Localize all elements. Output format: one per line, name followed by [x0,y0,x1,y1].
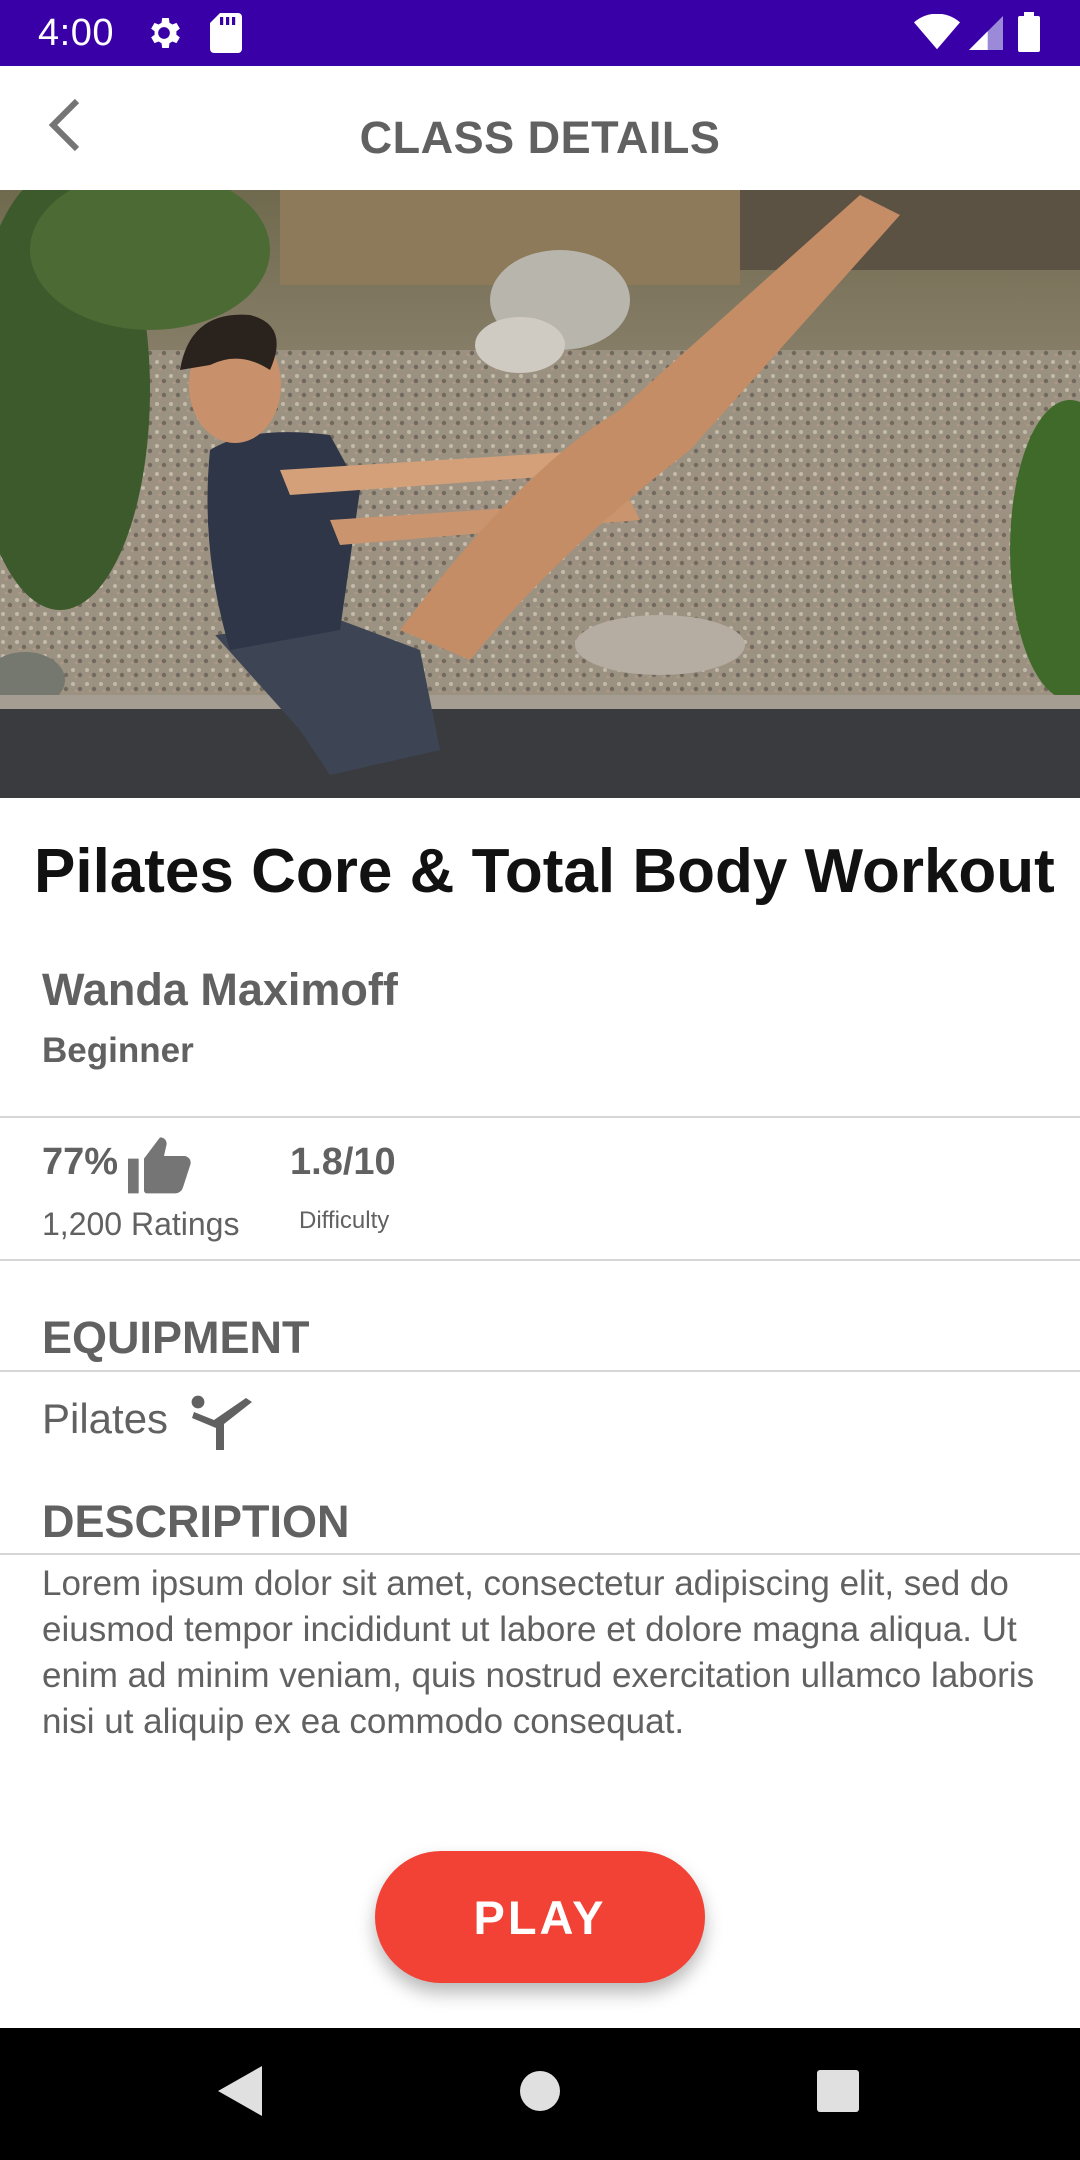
app-header: CLASS DETAILS [0,66,1080,190]
battery-icon [1018,12,1040,52]
description-heading: DESCRIPTION [42,1496,350,1547]
equipment-heading: EQUIPMENT [42,1312,310,1363]
rating-percent: 77% [42,1141,119,1183]
pilates-pose-icon [191,1395,252,1450]
status-time: 4:00 [38,12,114,54]
system-nav-bar [0,2028,1080,2160]
class-hero-image [0,190,1080,798]
divider [0,1116,1080,1118]
gear-icon [151,18,180,48]
class-title: Pilates Core & Total Body Workout [34,837,1055,906]
equipment-item: Pilates [42,1395,169,1442]
sd-card-icon [210,13,242,53]
play-button[interactable]: PLAY [375,1851,705,1983]
instructor-name[interactable]: Wanda Maximoff [42,964,398,1016]
recents-square-icon[interactable] [817,2066,859,2116]
class-level: Beginner [42,1031,194,1070]
wifi-icon [914,14,960,50]
divider [0,1259,1080,1261]
description-text: Lorem ipsum dolor sit amet, consectetur … [42,1564,1035,1741]
back-triangle-icon[interactable] [218,2066,262,2116]
divider [0,1370,1080,1372]
rating-count: 1,200 Ratings [42,1206,240,1242]
signal-icon [969,16,1003,50]
home-circle-icon[interactable] [520,2066,560,2116]
status-bar: 4:00 [0,0,1080,66]
thumbs-up-icon[interactable] [128,1134,192,1194]
difficulty-label: Difficulty [299,1207,390,1234]
difficulty-value: 1.8/10 [290,1141,396,1183]
page-title: CLASS DETAILS [359,112,721,163]
divider [0,1553,1080,1555]
